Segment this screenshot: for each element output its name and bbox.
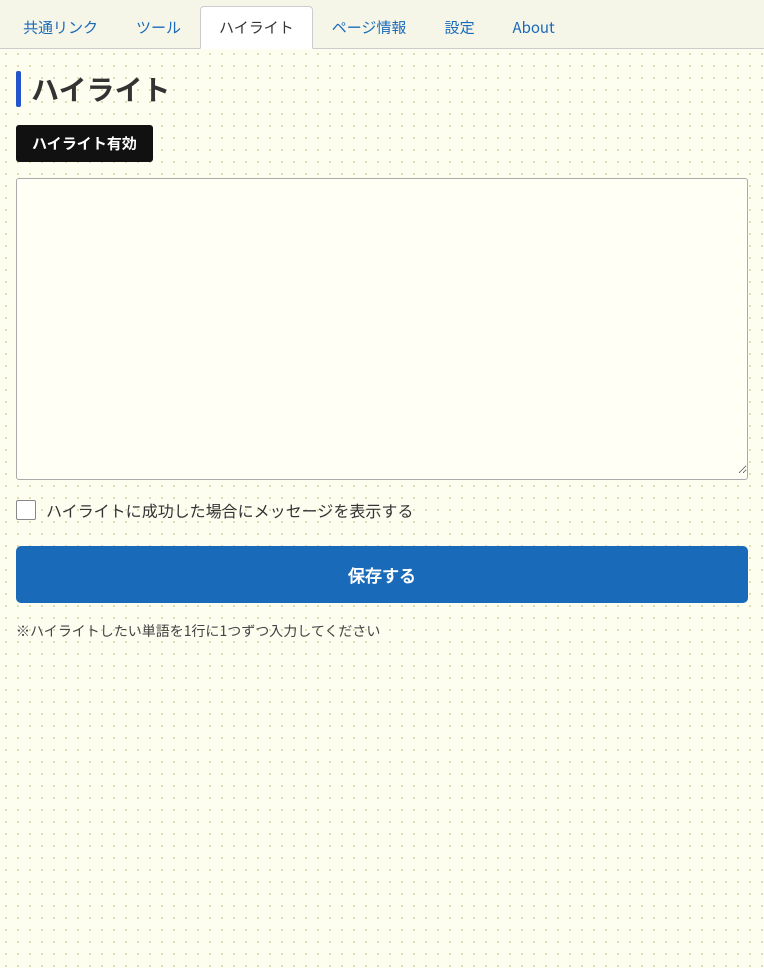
main-content: ハイライト ハイライト有効 ハイライトに成功した場合にメッセージを表示する 保存… (0, 49, 764, 665)
highlight-textarea[interactable] (17, 179, 747, 474)
show-message-checkbox[interactable] (16, 500, 36, 520)
page-title: ハイライト (31, 69, 170, 109)
textarea-wrapper (16, 178, 748, 480)
highlight-badge: ハイライト有効 (16, 125, 153, 162)
hint-text: ※ハイライトしたい単語を1行に1つずつ入力してください (16, 621, 748, 641)
tab-page-info[interactable]: ページ情報 (313, 6, 426, 48)
tab-shared-link[interactable]: 共通リンク (4, 6, 117, 48)
checkbox-label: ハイライトに成功した場合にメッセージを表示する (46, 498, 413, 522)
tab-bar: 共通リンク ツール ハイライト ページ情報 設定 About (0, 0, 764, 49)
tab-tools[interactable]: ツール (117, 6, 200, 48)
checkbox-row: ハイライトに成功した場合にメッセージを表示する (16, 494, 748, 526)
save-button[interactable]: 保存する (16, 546, 748, 603)
title-bar-accent (16, 71, 21, 107)
page-title-row: ハイライト (16, 69, 748, 109)
tab-settings[interactable]: 設定 (425, 6, 493, 48)
tab-about[interactable]: About (493, 6, 573, 48)
tab-highlight[interactable]: ハイライト (200, 6, 313, 49)
